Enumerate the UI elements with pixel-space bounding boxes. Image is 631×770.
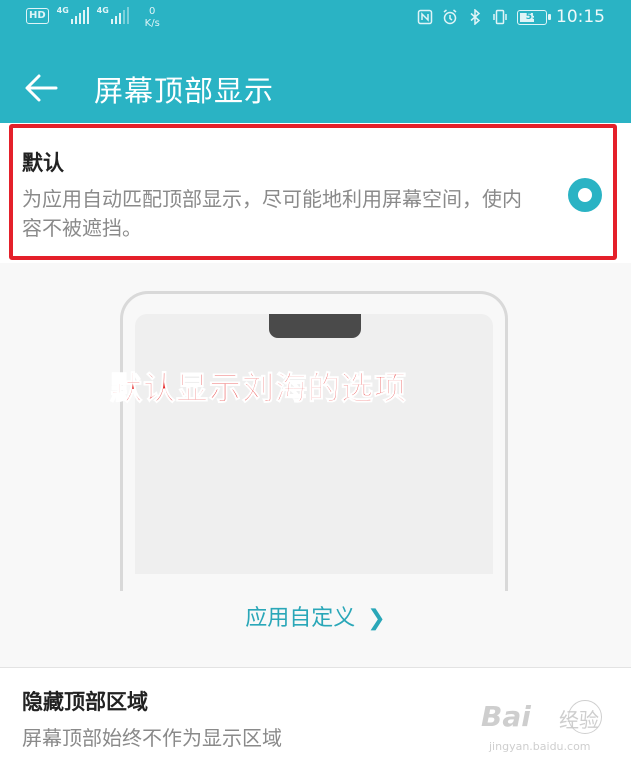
bluetooth-icon (470, 9, 481, 25)
watermark: Bai 经验 jingyan.baidu.com (481, 700, 621, 760)
header: HD 4G 4G 0 K/s 55 10:15 屏幕顶部显示 (0, 0, 631, 123)
sim1-network-label: 4G (56, 6, 69, 15)
battery-icon: 55 (517, 9, 551, 25)
option-hide-top-title: 隐藏顶部区域 (22, 690, 148, 714)
option-default[interactable]: 默认 为应用自动匹配顶部显示，尽可能地利用屏幕空间，使内容不被遮挡。 (0, 123, 631, 263)
page-title: 屏幕顶部显示 (94, 74, 275, 108)
app-bar: 屏幕顶部显示 (0, 62, 631, 114)
phone-notch (269, 314, 361, 338)
signal-sim2-icon: 4G (97, 6, 129, 24)
option-hide-top-description: 屏幕顶部始终不作为显示区域 (22, 726, 282, 750)
phone-illustration (120, 291, 508, 591)
signal-sim1-icon: 4G (57, 6, 89, 24)
alarm-icon (443, 9, 457, 25)
network-speed: 0 K/s (145, 6, 160, 30)
status-time: 10:15 (556, 7, 605, 27)
network-speed-value: 0 (149, 6, 156, 17)
customize-link-label: 应用自定义 (245, 606, 356, 631)
battery-level: 55 (525, 11, 539, 22)
watermark-logo: Bai (481, 700, 531, 733)
chevron-right-icon: ❯ (367, 606, 386, 631)
sim2-network-label: 4G (96, 6, 109, 15)
customize-link[interactable]: 应用自定义 ❯ (0, 600, 631, 632)
hd-badge: HD (26, 8, 49, 24)
option-default-description: 为应用自动匹配顶部显示，尽可能地利用屏幕空间，使内容不被遮挡。 (22, 187, 522, 240)
vibrate-icon (493, 9, 507, 25)
watermark-text: 经验 (559, 708, 599, 732)
arrow-left-icon[interactable] (22, 70, 62, 106)
status-bar: HD 4G 4G 0 K/s 55 10:15 (0, 0, 631, 38)
option-default-radio[interactable] (568, 178, 602, 212)
watermark-url: jingyan.baidu.com (489, 740, 591, 753)
preview-area: 默认显示刘海的选项 应用自定义 ❯ (0, 263, 631, 667)
annotation-text: 默认显示刘海的选项 (109, 369, 408, 408)
network-speed-unit: K/s (144, 18, 160, 29)
option-default-title: 默认 (22, 151, 64, 175)
phone-screen (135, 314, 493, 574)
nfc-icon (417, 9, 433, 25)
